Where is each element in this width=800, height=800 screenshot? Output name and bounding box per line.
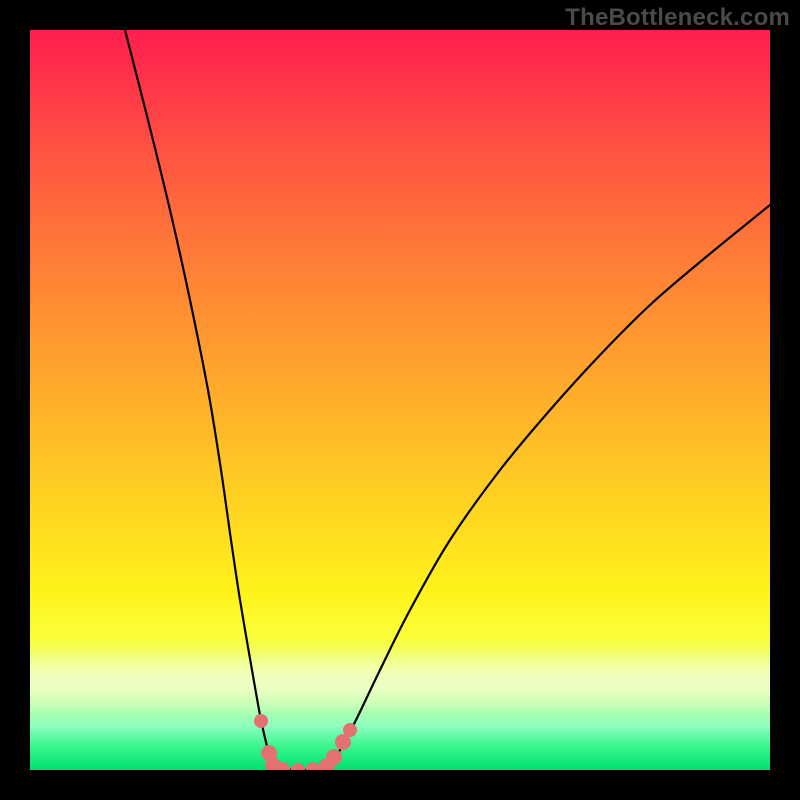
series-left-branch — [125, 30, 273, 765]
chart-frame: TheBottleneck.com — [0, 0, 800, 800]
valley-dot-5 — [306, 762, 320, 770]
marker-group — [254, 714, 357, 770]
plot-area — [30, 30, 770, 770]
series-group — [125, 30, 770, 770]
series-right-branch — [328, 205, 770, 766]
valley-dot-4 — [291, 763, 305, 770]
curve-svg — [30, 30, 770, 770]
valley-dot-9 — [343, 723, 357, 737]
watermark-text: TheBottleneck.com — [565, 4, 790, 32]
valley-dot-7 — [326, 749, 342, 765]
valley-dot-0 — [254, 714, 268, 728]
